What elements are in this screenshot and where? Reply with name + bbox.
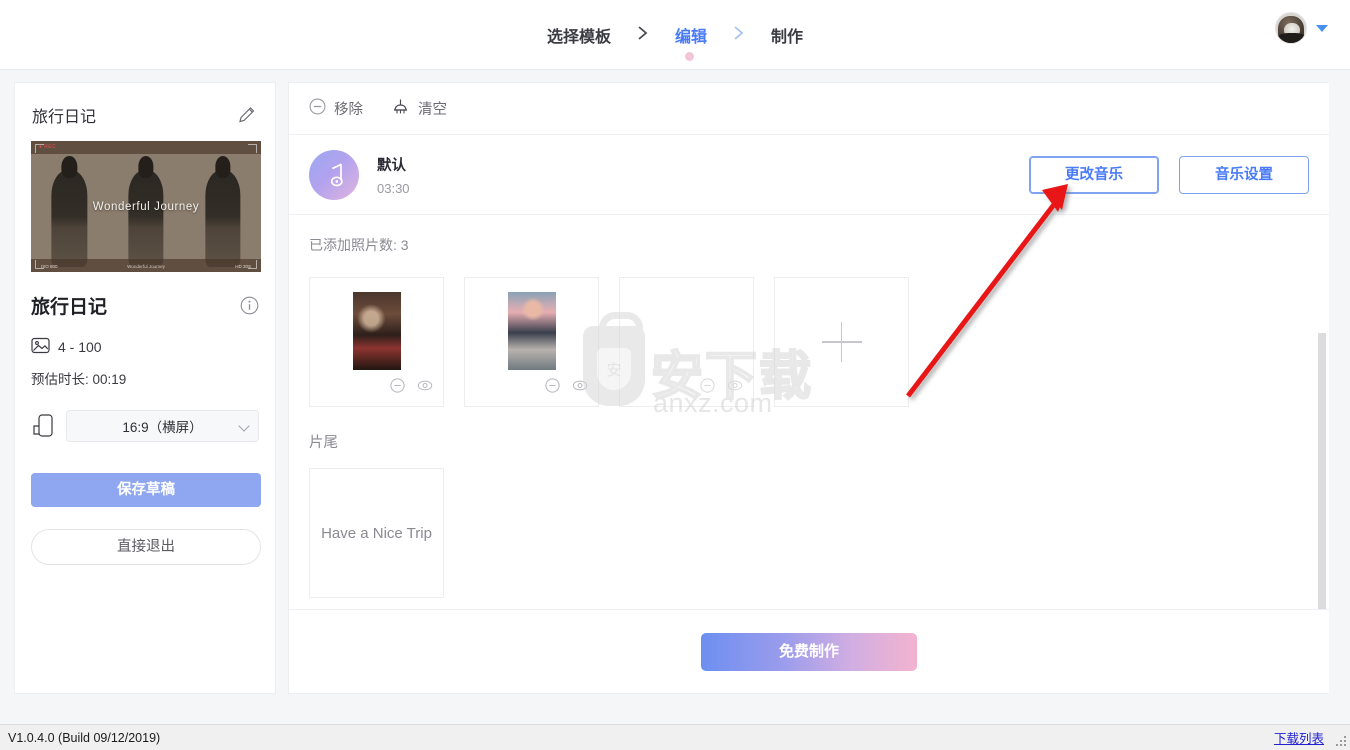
vertical-scrollbar[interactable] bbox=[1318, 333, 1326, 613]
ending-card[interactable]: Have a Nice Trip bbox=[309, 468, 444, 598]
minus-circle-icon[interactable] bbox=[390, 378, 405, 398]
thumbnail-figure bbox=[51, 156, 87, 267]
step-breadcrumb: 选择模板 编辑 制作 bbox=[0, 0, 1350, 70]
minus-circle-icon[interactable] bbox=[545, 378, 560, 398]
template-thumbnail[interactable]: ● REC Wonderful Journey ISO 800 Wonderfu… bbox=[31, 141, 261, 272]
photo-card-tools bbox=[700, 378, 743, 398]
thumbnail-figure bbox=[128, 156, 164, 267]
photo-thumbnail bbox=[507, 292, 556, 370]
editor-toolbar: 移除 清空 bbox=[289, 83, 1329, 135]
step-separator-1 bbox=[617, 23, 669, 47]
step-label: 编辑 bbox=[674, 29, 707, 46]
app-header: 选择模板 编辑 制作 bbox=[0, 0, 1350, 70]
photo-range-row: 4 - 100 bbox=[31, 337, 259, 357]
photo-card[interactable] bbox=[464, 277, 599, 407]
clear-label: 清空 bbox=[418, 102, 447, 118]
photo-card[interactable] bbox=[619, 277, 754, 407]
version-label: V1.0.4.0 (Build 09/12/2019) bbox=[8, 730, 161, 745]
editor-scroll-area: 移除 清空 默认 03:30 更改音乐 音乐设置 已添加照片数: 3 片尾 Ha… bbox=[289, 83, 1329, 613]
plus-icon-bar bbox=[821, 341, 862, 343]
sidebar-title-row: 旅行日记 bbox=[15, 83, 275, 141]
music-meta: 默认 03:30 bbox=[377, 154, 410, 196]
eye-icon[interactable] bbox=[417, 378, 433, 398]
template-name: 旅行日记 bbox=[31, 297, 108, 318]
project-sidebar: 旅行日记 ● REC Wonderful Journey ISO 800 Won… bbox=[14, 82, 276, 694]
remove-label: 移除 bbox=[334, 102, 363, 118]
chevron-down-icon[interactable] bbox=[1316, 24, 1328, 32]
viewfinder-corner-icon bbox=[248, 144, 257, 153]
pencil-icon[interactable] bbox=[237, 105, 257, 125]
broom-icon bbox=[391, 98, 410, 119]
orientation-icon bbox=[31, 413, 55, 439]
application-window: 选择模板 编辑 制作 旅行日记 ● REC Wonderful Journey … bbox=[0, 0, 1350, 750]
photo-card[interactable] bbox=[309, 277, 444, 407]
image-icon bbox=[31, 337, 50, 357]
thumbnail-top-bar bbox=[31, 141, 261, 154]
avatar-image-shadow bbox=[1277, 33, 1306, 43]
photo-range-label: 4 - 100 bbox=[58, 339, 102, 355]
step-select-template[interactable]: 选择模板 bbox=[541, 23, 617, 47]
resize-grip-icon[interactable] bbox=[1334, 734, 1346, 746]
remove-button[interactable]: 移除 bbox=[309, 98, 363, 119]
eye-icon[interactable] bbox=[727, 378, 743, 398]
eye-icon[interactable] bbox=[572, 378, 588, 398]
make-video-button[interactable]: 免费制作 bbox=[701, 632, 917, 671]
music-actions: 更改音乐 音乐设置 bbox=[1029, 155, 1309, 194]
aspect-ratio-value: 16:9（横屏） bbox=[122, 420, 203, 435]
step-separator-2 bbox=[713, 23, 765, 47]
estimated-duration: 预估时长: 00:19 bbox=[31, 372, 127, 387]
music-duration: 03:30 bbox=[377, 180, 410, 196]
step-label: 制作 bbox=[771, 29, 804, 46]
music-name: 默认 bbox=[377, 157, 406, 174]
save-draft-button[interactable]: 保存草稿 bbox=[31, 473, 261, 507]
thumbnail-caption: Wonderful Journey bbox=[92, 201, 200, 214]
project-title: 旅行日记 bbox=[32, 109, 97, 126]
avatar[interactable] bbox=[1275, 12, 1307, 44]
account-menu[interactable] bbox=[1275, 12, 1328, 44]
photo-card-tools bbox=[390, 378, 433, 398]
step-accent-dot bbox=[684, 52, 694, 61]
ending-section: 片尾 Have a Nice Trip bbox=[289, 407, 1329, 598]
editor-footer: 免费制作 bbox=[289, 609, 1329, 693]
photo-card-tools bbox=[545, 378, 588, 398]
step-make[interactable]: 制作 bbox=[765, 23, 809, 47]
music-note-icon[interactable] bbox=[309, 149, 359, 200]
add-photo-button[interactable] bbox=[774, 277, 909, 407]
exit-button[interactable]: 直接退出 bbox=[31, 529, 261, 565]
minus-circle-icon bbox=[309, 98, 326, 119]
thumbnail-figure bbox=[205, 156, 241, 267]
info-icon[interactable] bbox=[240, 296, 259, 315]
download-list-link[interactable]: 下载列表 bbox=[1274, 728, 1324, 747]
editor-panel: 移除 清空 默认 03:30 更改音乐 音乐设置 已添加照片数: 3 片尾 Ha… bbox=[288, 82, 1329, 694]
template-name-row: 旅行日记 bbox=[31, 292, 259, 319]
viewfinder-corner-icon bbox=[35, 144, 44, 153]
photos-section: 已添加照片数: 3 bbox=[289, 215, 1329, 407]
step-edit[interactable]: 编辑 bbox=[658, 18, 713, 61]
music-track-row: 默认 03:30 更改音乐 音乐设置 bbox=[289, 135, 1329, 215]
ending-section-title: 片尾 bbox=[309, 435, 338, 451]
photo-count-label: 已添加照片数: 3 bbox=[309, 237, 409, 253]
thumbnail-meta-center: Wonderful Journey bbox=[127, 264, 165, 269]
photo-thumbnail bbox=[352, 292, 401, 370]
minus-circle-icon[interactable] bbox=[700, 378, 715, 398]
status-bar: V1.0.4.0 (Build 09/12/2019) 下载列表 bbox=[0, 724, 1350, 750]
step-label: 选择模板 bbox=[546, 29, 611, 46]
thumbnail-meta-right: HD 30S bbox=[235, 264, 251, 269]
music-settings-button[interactable]: 音乐设置 bbox=[1179, 155, 1309, 194]
chevron-down-icon bbox=[238, 420, 250, 432]
aspect-ratio-select[interactable]: 16:9（横屏） bbox=[66, 410, 259, 442]
photo-grid bbox=[309, 277, 1309, 407]
change-music-button[interactable]: 更改音乐 bbox=[1029, 155, 1159, 194]
aspect-ratio-row: 16:9（横屏） bbox=[31, 410, 259, 442]
clear-button[interactable]: 清空 bbox=[391, 98, 447, 119]
